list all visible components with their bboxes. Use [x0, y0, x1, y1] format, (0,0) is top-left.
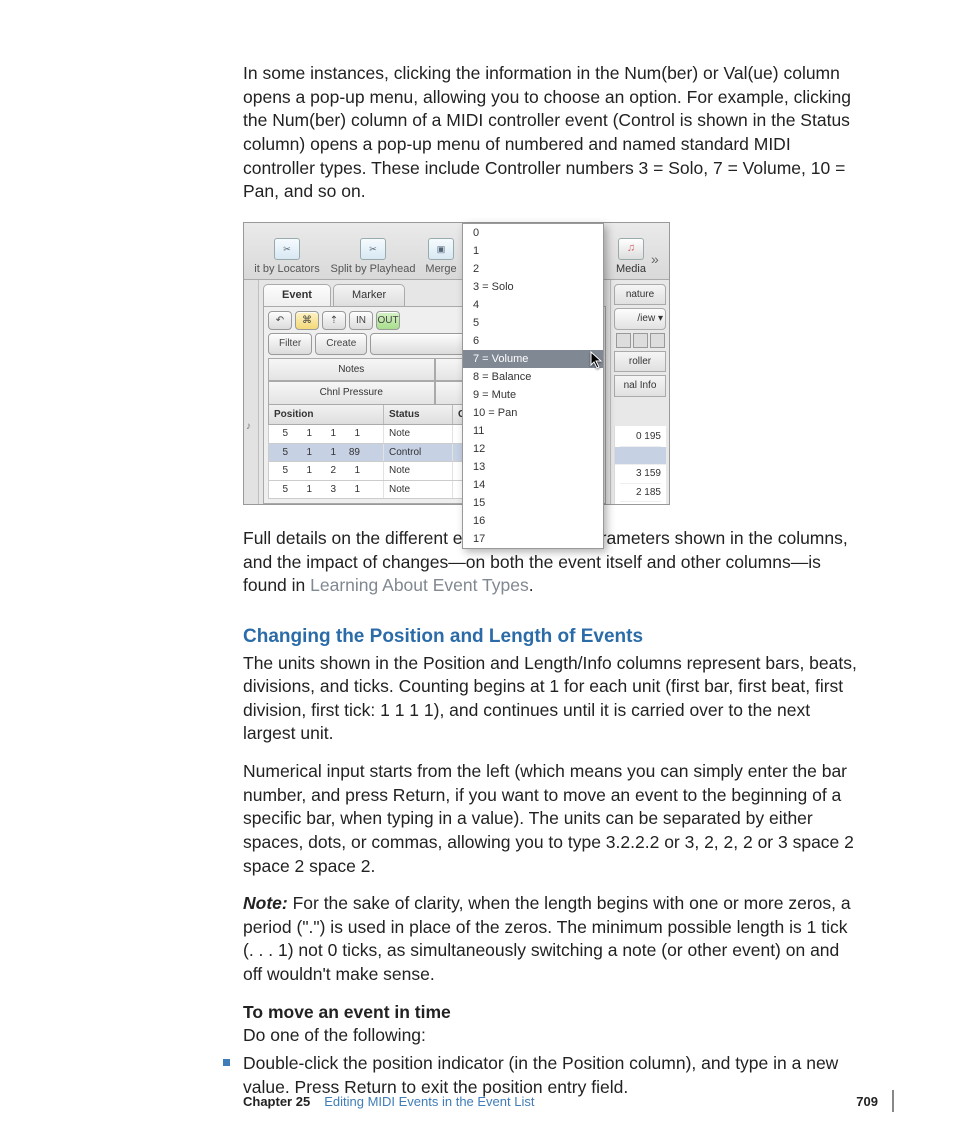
- split-by-playhead-button[interactable]: ✂ Split by Playhead: [330, 238, 416, 279]
- tool-icon[interactable]: [616, 333, 631, 348]
- footer-chapter: Chapter 25: [243, 1094, 310, 1109]
- back-icon[interactable]: ↶: [268, 311, 292, 331]
- cursor-icon: [590, 351, 604, 369]
- footer-crop-mark: [892, 1090, 894, 1112]
- merge-button[interactable]: ▣ Merge: [416, 238, 466, 279]
- popup-item[interactable]: 2: [463, 260, 603, 278]
- create-button[interactable]: Create: [315, 333, 367, 355]
- media-label: Media: [616, 262, 646, 277]
- media-icon: ♫: [618, 238, 644, 260]
- task-heading: To move an event in time Do one of the f…: [243, 1001, 859, 1048]
- tab-marker[interactable]: Marker: [333, 284, 405, 306]
- popup-item[interactable]: 10 = Pan: [463, 404, 603, 422]
- hierarchy-icon[interactable]: ⇡: [322, 311, 346, 331]
- tab-signature[interactable]: nature: [614, 284, 666, 306]
- footer-title: Editing MIDI Events in the Event List: [324, 1094, 534, 1109]
- popup-item[interactable]: 17: [463, 530, 603, 548]
- cat-notes[interactable]: Notes: [268, 358, 435, 382]
- footer-page-number: 709: [856, 1094, 878, 1109]
- col-position[interactable]: Position: [269, 405, 384, 425]
- popup-item[interactable]: 5: [463, 314, 603, 332]
- scissors-icon: ✂: [360, 238, 386, 260]
- tool-icon[interactable]: [650, 333, 665, 348]
- popup-item[interactable]: 3 = Solo: [463, 278, 603, 296]
- cat-chnl-pressure[interactable]: Chnl Pressure: [268, 381, 435, 405]
- popup-item[interactable]: 6: [463, 332, 603, 350]
- popup-item[interactable]: 4: [463, 296, 603, 314]
- cat-controller[interactable]: roller: [614, 351, 666, 373]
- filter-button[interactable]: Filter: [268, 333, 312, 355]
- learning-link[interactable]: Learning About Event Types: [310, 575, 529, 595]
- popup-item[interactable]: 0: [463, 224, 603, 242]
- tab-event[interactable]: Event: [263, 284, 331, 306]
- midi-in-icon[interactable]: IN: [349, 311, 373, 331]
- popup-item[interactable]: 15: [463, 494, 603, 512]
- merge-icon: ▣: [428, 238, 454, 260]
- toolbtn-label: Merge: [425, 262, 456, 277]
- para-note: Note: For the sake of clarity, when the …: [243, 892, 859, 987]
- screenshot-figure: ✂ it by Locators ✂ Split by Playhead ▣ M…: [243, 222, 670, 505]
- page-footer: Chapter 25 Editing MIDI Events in the Ev…: [243, 1089, 894, 1113]
- popup-item[interactable]: 12: [463, 440, 603, 458]
- popup-item[interactable]: 16: [463, 512, 603, 530]
- popup-item[interactable]: 9 = Mute: [463, 386, 603, 404]
- overflow-chevron-icon[interactable]: »: [651, 250, 669, 279]
- controller-popup-menu[interactable]: 0123 = Solo4567 = Volume8 = Balance9 = M…: [462, 223, 604, 549]
- toolbtn-label: Split by Playhead: [331, 262, 416, 277]
- view-menu[interactable]: /iew ▾: [614, 308, 666, 330]
- para-input: Numerical input starts from the left (wh…: [243, 760, 859, 878]
- para-units: The units shown in the Position and Leng…: [243, 652, 859, 747]
- tool-icon[interactable]: [633, 333, 648, 348]
- cat-additional-info[interactable]: nal Info: [614, 375, 666, 397]
- split-by-locators-button[interactable]: ✂ it by Locators: [244, 238, 330, 279]
- media-button[interactable]: ♫ Media: [611, 238, 651, 279]
- section-heading: Changing the Position and Length of Even…: [243, 624, 859, 650]
- midi-out-icon[interactable]: OUT: [376, 311, 400, 331]
- toolbtn-label: it by Locators: [254, 262, 319, 277]
- popup-item[interactable]: 13: [463, 458, 603, 476]
- popup-item[interactable]: 11: [463, 422, 603, 440]
- popup-item[interactable]: 8 = Balance: [463, 368, 603, 386]
- value-column: 0 195 3 159 2 185: [614, 426, 666, 504]
- popup-item[interactable]: 14: [463, 476, 603, 494]
- intro-paragraph: In some instances, clicking the informat…: [243, 62, 859, 204]
- col-status[interactable]: Status: [384, 405, 453, 425]
- gutter-glyph: ♪: [246, 420, 251, 434]
- scissors-icon: ✂: [274, 238, 300, 260]
- popup-item[interactable]: 1: [463, 242, 603, 260]
- popup-item[interactable]: 7 = Volume: [463, 350, 603, 368]
- link-icon[interactable]: ⌘: [295, 311, 319, 331]
